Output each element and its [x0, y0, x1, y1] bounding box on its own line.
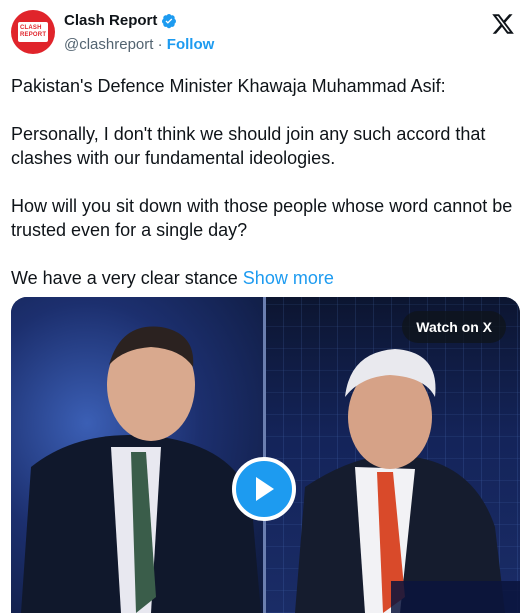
play-button[interactable] — [232, 457, 296, 521]
author-name-row: Clash Report — [64, 12, 177, 29]
x-logo-icon[interactable] — [491, 12, 515, 36]
separator-dot: · — [157, 36, 163, 53]
post-line-3: How will you sit down with those people … — [11, 196, 513, 240]
post-text: Pakistan's Defence Minister Khawaja Muha… — [11, 74, 521, 290]
play-icon — [256, 477, 274, 501]
author-display-name[interactable]: Clash Report — [64, 12, 157, 29]
channel-logo-chyron — [391, 581, 520, 613]
post-line-1: Pakistan's Defence Minister Khawaja Muha… — [11, 76, 446, 96]
author-handle[interactable]: @clashreport — [64, 36, 153, 53]
avatar-logo-text-2: REPORT — [20, 32, 47, 38]
video-player[interactable]: Watch on X — [11, 297, 520, 613]
post-header: CLASH REPORT Clash Report @clashreport ·… — [0, 0, 531, 64]
verified-badge-icon — [162, 13, 177, 28]
host-figure — [21, 326, 261, 613]
avatar[interactable]: CLASH REPORT — [11, 10, 55, 54]
video-right-panel — [265, 297, 520, 613]
guest-figure — [295, 349, 505, 613]
video-left-panel — [11, 297, 265, 613]
post-line-4: We have a very clear stance Show more — [11, 266, 521, 290]
show-more-link[interactable]: Show more — [243, 268, 334, 288]
follow-button[interactable]: Follow — [167, 36, 215, 53]
split-screen-divider — [263, 297, 266, 613]
watch-on-x-button[interactable]: Watch on X — [402, 311, 506, 343]
avatar-logo-text-1: CLASH — [20, 25, 42, 31]
clash-report-logo: CLASH REPORT — [18, 22, 48, 42]
author-handle-row: @clashreport · Follow — [64, 36, 214, 53]
post-line-4-text: We have a very clear stance — [11, 268, 238, 288]
post-line-2: Personally, I don't think we should join… — [11, 124, 486, 168]
